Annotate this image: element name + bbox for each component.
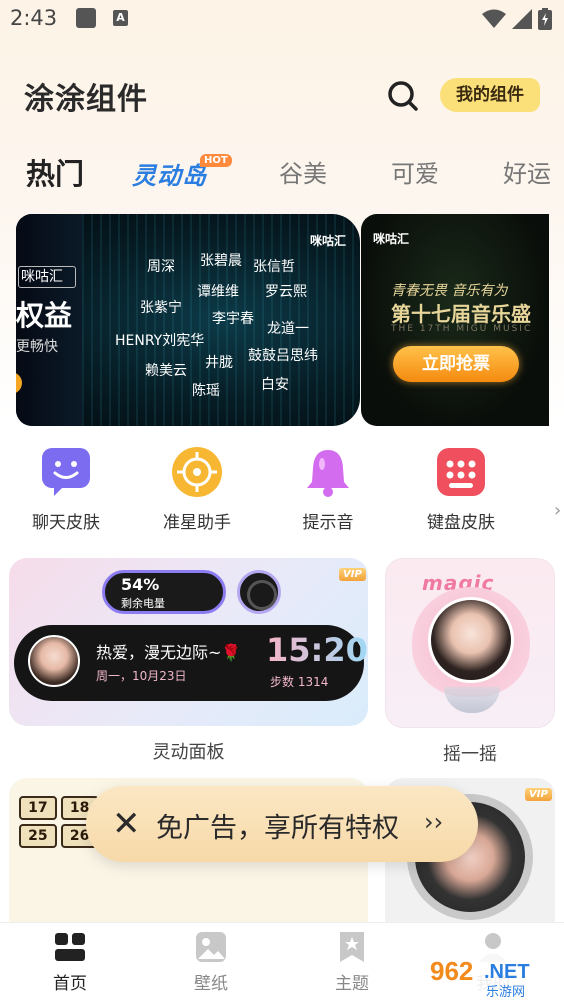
banner2-english: THE 17TH MIGU MUSIC <box>391 324 533 334</box>
quick-crosshair[interactable]: 准星助手 <box>147 446 247 536</box>
theme-icon <box>336 931 368 963</box>
calendar-day-cell: 17 <box>19 796 57 820</box>
quick-label: 键盘皮肤 <box>427 513 495 533</box>
artist-name: 张信哲 <box>253 259 295 275</box>
banner2-logo: 咪咕汇 <box>373 232 410 246</box>
quick-label: 准星助手 <box>163 513 231 533</box>
svg-text:962: 962 <box>430 956 473 986</box>
double-chevron-icon: ›› <box>424 808 444 836</box>
tab-hot[interactable]: 热门 <box>26 151 84 193</box>
notification-app-icon <box>76 8 96 28</box>
buy-ticket-button[interactable]: 立即抢票 <box>393 346 519 382</box>
chat-skin-icon <box>40 446 92 498</box>
bell-icon <box>302 446 354 498</box>
artist-name: 龙道一 <box>267 321 309 337</box>
nav-label: 主题 <box>335 974 369 994</box>
ring-icon <box>237 570 281 614</box>
app-title: 涂涂组件 <box>24 82 148 117</box>
dynamic-island-widget: 热爱，漫无边际~🌹 周一，10月23日 15:20 步数 1314 <box>14 625 368 701</box>
nav-label: 首页 <box>53 974 87 994</box>
banner-left-sub: 更畅快 <box>16 339 58 355</box>
ad-free-promo[interactable]: ✕ 免广告，享所有特权 ›› <box>86 786 478 862</box>
close-icon[interactable]: ✕ <box>112 804 141 844</box>
quick-chat-skin[interactable]: 聊天皮肤 <box>16 446 116 536</box>
battery-widget: 54% 剩余电量 <box>102 570 226 614</box>
nav-wallpaper[interactable]: 壁纸 <box>171 931 251 994</box>
wallpaper-icon <box>195 931 227 963</box>
acrylic-stand <box>444 687 500 713</box>
date-text: 周一，10月23日 <box>96 669 187 683</box>
status-bar: 2:43 A <box>0 0 564 40</box>
battery-icon <box>538 8 552 30</box>
site-watermark: 962 .NET 乐游网 <box>422 950 562 1002</box>
keyboard-icon <box>435 446 487 498</box>
banner-carousel-item[interactable]: 咪咕汇 权益 更畅快 咪咕汇 周深 张碧晨 张信哲 谭维维 罗云熙 张紫宁 李宇… <box>16 214 360 426</box>
banner-left-main: 权益 <box>16 299 73 332</box>
banner-left-button <box>16 372 22 394</box>
artist-name: 井胧 <box>205 355 233 371</box>
quick-keyboard[interactable]: 键盘皮肤 <box>411 446 511 536</box>
notification-a-icon: A <box>113 10 128 26</box>
banner-left-brand: 咪咕汇 <box>18 266 76 288</box>
artist-name: 罗云熙 <box>265 284 307 300</box>
wifi-icon <box>482 9 506 28</box>
signal-icon <box>512 9 532 29</box>
artist-name: 白安 <box>261 377 289 393</box>
nav-theme[interactable]: 主题 <box>312 931 392 994</box>
banner-logo: 咪咕汇 <box>309 234 346 248</box>
promo-text: 免广告，享所有特权 <box>156 813 399 844</box>
card-title-dynamic-panel: 灵动面板 <box>152 742 225 763</box>
nav-home[interactable]: 首页 <box>30 931 110 994</box>
artist-name: 张紫宁 <box>140 300 182 316</box>
chevron-right-icon: › <box>554 500 562 521</box>
artist-name: 谭维维 <box>197 284 239 300</box>
artist-name: 李宇春 <box>212 311 254 327</box>
quick-label: 提示音 <box>302 513 354 533</box>
card-title-shake: 摇一摇 <box>443 744 497 765</box>
step-count: 步数 1314 <box>270 675 329 689</box>
artist-name: 周深 <box>147 259 175 275</box>
home-icon <box>54 931 86 963</box>
artist-name: 陈瑶 <box>192 383 220 399</box>
nav-label: 壁纸 <box>194 974 228 994</box>
search-button[interactable] <box>385 78 421 114</box>
banner2-title: 第十七届音乐盛 <box>391 302 531 326</box>
tab-lingdongdao[interactable]: 灵动岛 <box>132 156 207 191</box>
my-widgets-button[interactable]: 我的组件 <box>440 78 540 112</box>
category-tabs: 热门 灵动岛 HOT 谷美 可爱 好运 <box>0 148 564 198</box>
vip-badge: VIP <box>525 788 552 801</box>
battery-label: 剩余电量 <box>121 597 165 610</box>
avatar <box>28 635 80 687</box>
tab-gumei[interactable]: 谷美 <box>279 154 327 189</box>
banner-left-panel: 咪咕汇 权益 更畅快 <box>16 214 82 426</box>
quick-label: 聊天皮肤 <box>32 513 100 533</box>
portrait-photo <box>428 597 514 683</box>
banner-carousel-item-next[interactable]: 咪咕汇 青春无畏 音乐有为 第十七届音乐盛 THE 17TH MIGU MUSI… <box>361 214 549 426</box>
song-title: 热爱，漫无边际~🌹 <box>96 643 242 662</box>
svg-text:乐游网: 乐游网 <box>486 985 525 1000</box>
widget-card-shake[interactable]: magic <box>385 558 555 728</box>
tab-haoyun[interactable]: 好运 <box>503 154 551 189</box>
artist-name: HENRY刘宪华 <box>115 333 205 349</box>
widget-card-dynamic-panel[interactable]: VIP 54% 剩余电量 热爱，漫无边际~🌹 周一，10月23日 15:20 步… <box>9 558 368 726</box>
banner2-subtitle: 青春无畏 音乐有为 <box>391 283 508 299</box>
artist-name: 张碧晨 <box>200 253 242 269</box>
status-time: 2:43 <box>10 6 58 30</box>
artist-name: 鼓鼓吕思纬 <box>248 348 318 364</box>
hot-badge: HOT <box>200 154 232 167</box>
calendar-day-cell: 25 <box>19 824 57 848</box>
vip-badge: VIP <box>339 568 366 581</box>
crosshair-icon <box>171 446 223 498</box>
artist-name: 赖美云 <box>145 363 187 379</box>
search-icon <box>388 81 418 111</box>
svg-text:.NET: .NET <box>484 961 530 983</box>
tab-keai[interactable]: 可爱 <box>391 154 439 189</box>
quick-sound[interactable]: 提示音 <box>278 446 378 536</box>
clock-time: 15:20 <box>266 631 368 669</box>
status-icons <box>482 8 552 30</box>
battery-percent: 54% <box>121 575 160 594</box>
